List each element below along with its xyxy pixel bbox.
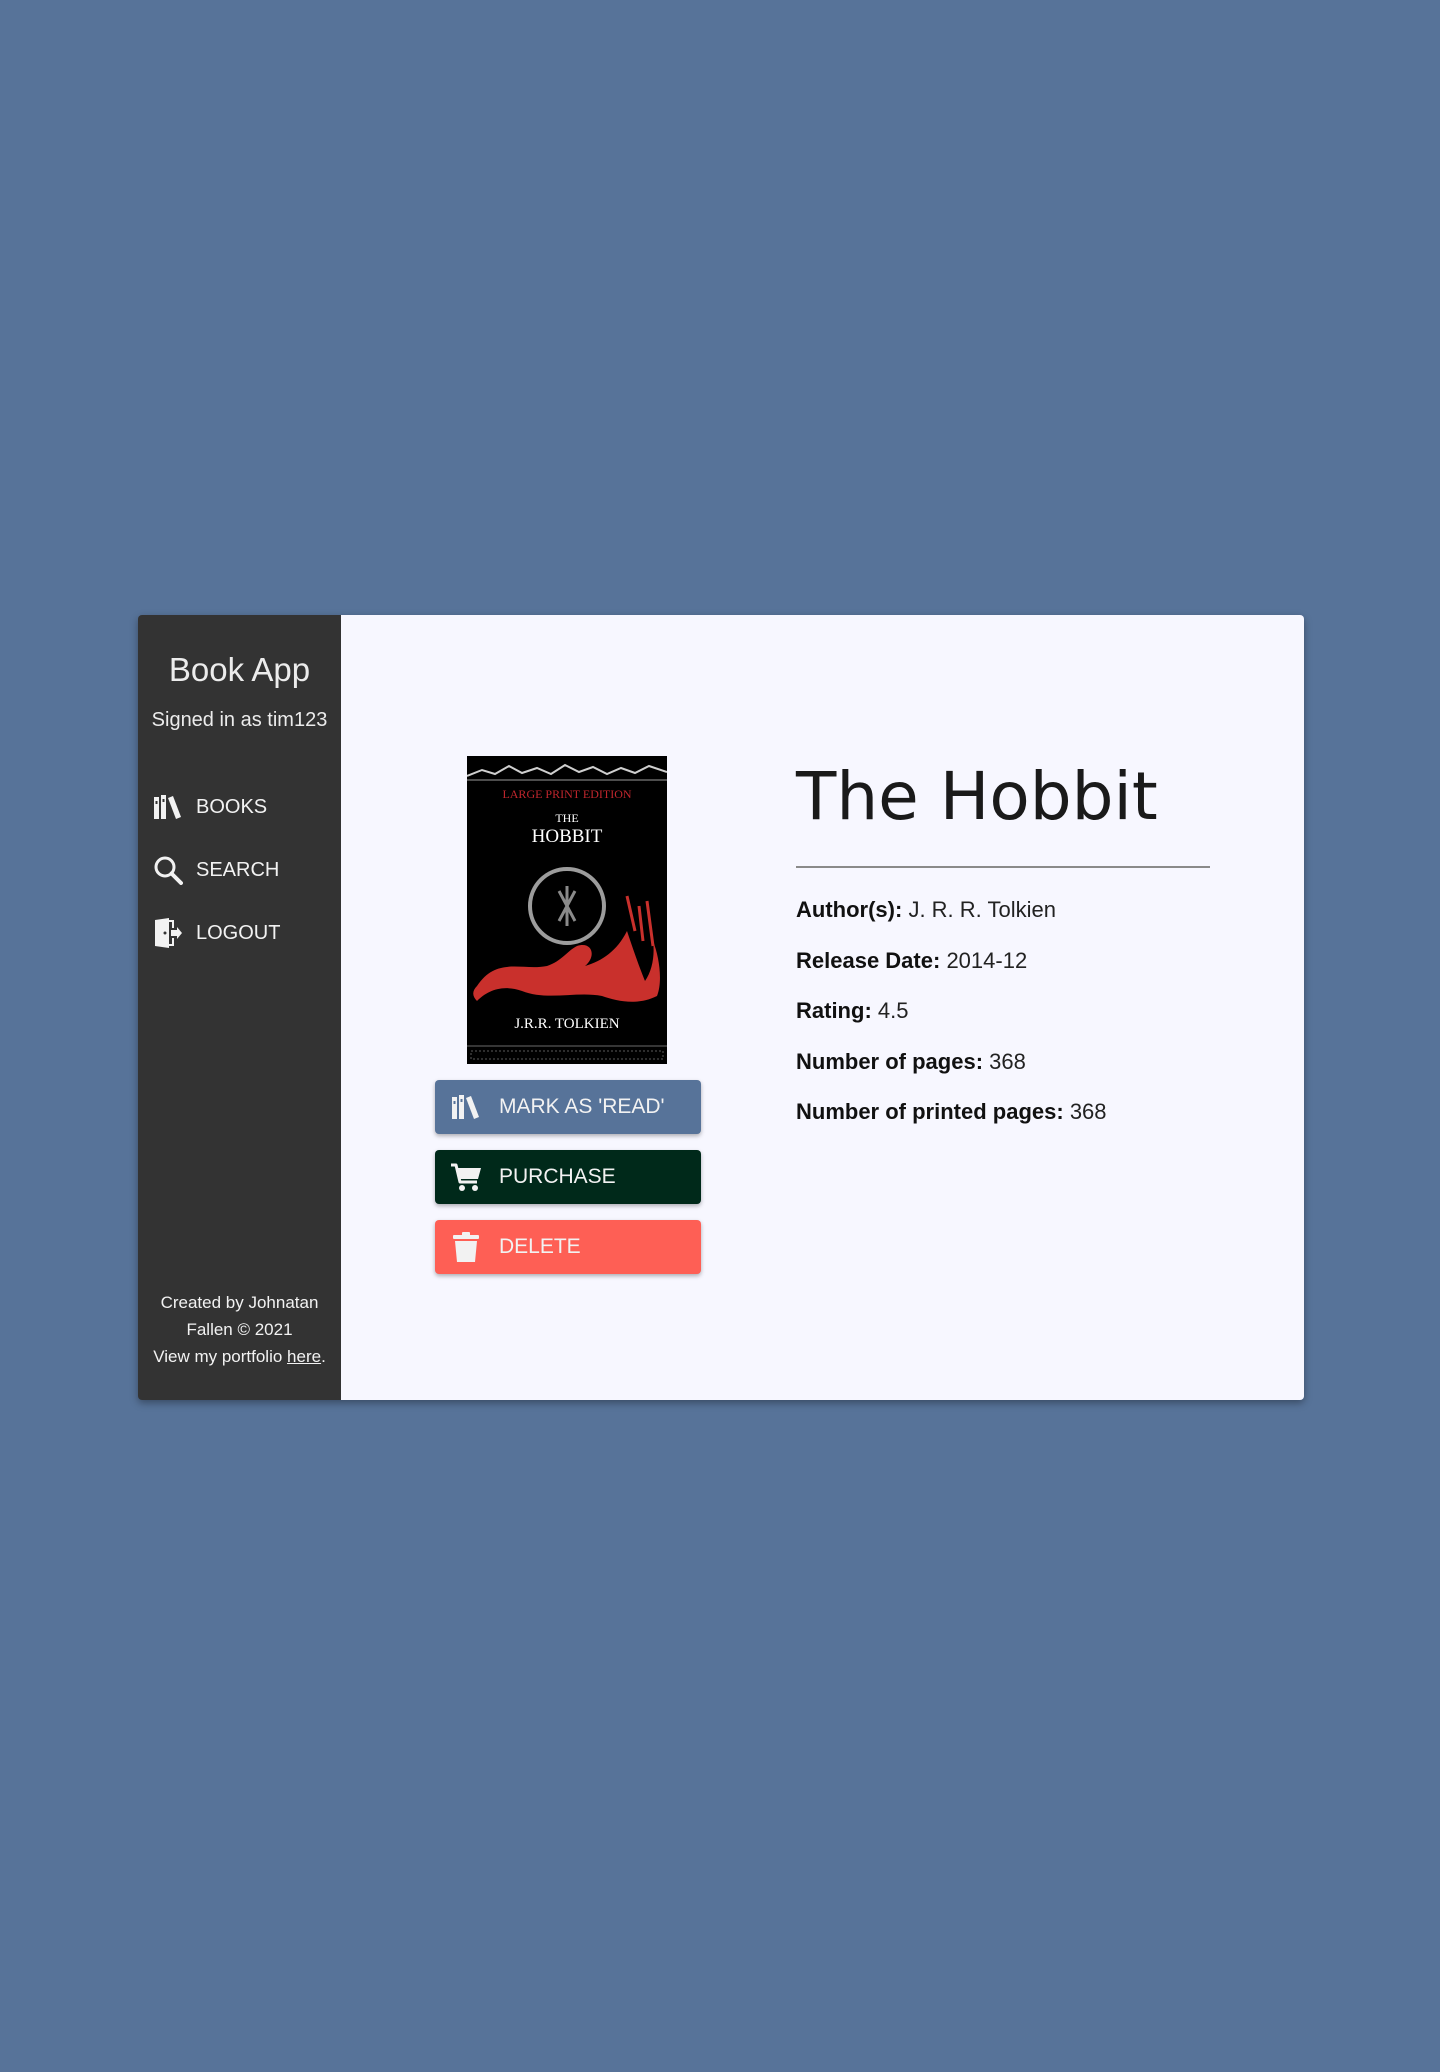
sidebar-item-label: BOOKS bbox=[196, 795, 268, 818]
delete-button[interactable]: DELETE bbox=[435, 1220, 701, 1274]
detail-value: 368 bbox=[989, 1048, 1026, 1074]
detail-printed-pages: Number of printed pages: 368 bbox=[796, 1097, 1107, 1148]
sidebar-item-logout[interactable]: LOGOUT bbox=[152, 913, 341, 953]
sidebar-nav: BOOKS SEARCH LOGOUT bbox=[152, 787, 341, 976]
detail-value: 368 bbox=[1069, 1099, 1107, 1124]
footer-portfolio-prefix: View my portfolio bbox=[153, 1347, 288, 1366]
detail-value: J. R. R. Tolkien bbox=[908, 897, 1056, 922]
sidebar-item-search[interactable]: SEARCH bbox=[152, 850, 341, 890]
detail-label: Release Date: bbox=[796, 947, 941, 973]
book-detail-panel: LARGE PRINT EDITION THE HOBBIT J.R.R. TO… bbox=[341, 615, 1304, 1400]
detail-label: Number of printed pages: bbox=[796, 1099, 1064, 1124]
sidebar-item-label: LOGOUT bbox=[196, 921, 281, 944]
trash-icon bbox=[449, 1230, 483, 1264]
books-icon bbox=[449, 1090, 483, 1124]
footer-copyright-line: Fallen © 2021 bbox=[186, 1320, 293, 1339]
book-cover-image: LARGE PRINT EDITION THE HOBBIT J.R.R. TO… bbox=[467, 756, 667, 1064]
detail-rating: Rating: 4.5 bbox=[796, 996, 1107, 1047]
signed-in-text: Signed in as tim123 bbox=[151, 709, 328, 731]
purchase-button[interactable]: PURCHASE bbox=[435, 1150, 701, 1204]
detail-label: Author(s): bbox=[796, 897, 903, 922]
book-details: Author(s): J. R. R. Tolkien Release Date… bbox=[796, 895, 1107, 1148]
app-card: Book App Signed in as tim123 BOOKS SEARC… bbox=[138, 615, 1304, 1400]
footer-portfolio-suffix: . bbox=[321, 1347, 326, 1366]
detail-release-date: Release Date: 2014-12 bbox=[796, 946, 1107, 997]
books-icon bbox=[152, 791, 184, 823]
sidebar: Book App Signed in as tim123 BOOKS SEARC… bbox=[138, 615, 341, 1400]
mark-as-read-button[interactable]: MARK AS 'READ' bbox=[435, 1080, 701, 1134]
cover-author-text: J.R.R. TOLKIEN bbox=[514, 1016, 619, 1032]
cover-edition-text: LARGE PRINT EDITION bbox=[502, 787, 631, 801]
cover-title-text: HOBBIT bbox=[532, 826, 603, 847]
detail-label: Rating: bbox=[796, 998, 872, 1023]
shopping-cart-icon bbox=[449, 1160, 483, 1194]
mark-as-read-label: MARK AS 'READ' bbox=[499, 1095, 665, 1118]
book-title: The Hobbit bbox=[796, 758, 1158, 835]
cover-the-text: THE bbox=[555, 811, 578, 825]
detail-pages: Number of pages: 368 bbox=[796, 1047, 1107, 1098]
delete-label: DELETE bbox=[499, 1235, 581, 1258]
detail-label: Number of pages: bbox=[796, 1048, 984, 1074]
purchase-label: PURCHASE bbox=[499, 1165, 616, 1188]
detail-value: 2014-12 bbox=[946, 947, 1028, 973]
search-icon bbox=[152, 854, 184, 886]
footer-portfolio-line: View my portfolio here. bbox=[138, 1343, 341, 1370]
app-title: Book App bbox=[168, 651, 311, 688]
logout-icon bbox=[152, 917, 184, 949]
footer: Created by Johnatan Fallen © 2021 View m… bbox=[138, 1289, 341, 1370]
title-divider bbox=[796, 866, 1210, 868]
sidebar-item-books[interactable]: BOOKS bbox=[152, 787, 341, 827]
sidebar-item-label: SEARCH bbox=[196, 858, 280, 881]
detail-authors: Author(s): J. R. R. Tolkien bbox=[796, 895, 1107, 946]
footer-credit-line: Created by Johnatan bbox=[160, 1293, 319, 1312]
detail-value: 4.5 bbox=[877, 998, 909, 1023]
portfolio-link[interactable]: here bbox=[287, 1347, 321, 1366]
